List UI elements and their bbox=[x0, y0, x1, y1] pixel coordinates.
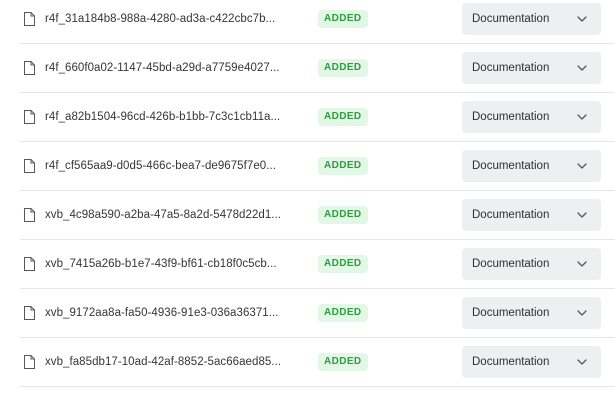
status-badge: ADDED bbox=[318, 353, 368, 371]
type-select[interactable]: Documentation bbox=[462, 346, 601, 378]
chevron-down-icon bbox=[577, 114, 587, 120]
file-name: r4f_cf565aa9-d0d5-466c-bea7-de9675f7e0..… bbox=[45, 160, 276, 172]
type-select-value: Documentation bbox=[472, 356, 550, 368]
type-select[interactable]: Documentation bbox=[462, 199, 601, 231]
chevron-down-icon bbox=[577, 65, 587, 71]
file-name: r4f_a82b1504-96cd-426b-b1bb-7c3c1cb11a..… bbox=[45, 111, 281, 123]
file-row: xvb_fa85db17-10ad-42af-8852-5ac66aed85..… bbox=[20, 338, 615, 387]
file-row: r4f_a82b1504-96cd-426b-b1bb-7c3c1cb11a..… bbox=[20, 93, 615, 142]
file-icon bbox=[24, 159, 35, 173]
type-select[interactable]: Documentation bbox=[462, 248, 601, 280]
file-row: r4f_31a184b8-988a-4280-ad3a-c422cbc7b...… bbox=[20, 0, 615, 44]
status-badge: ADDED bbox=[318, 206, 368, 224]
file-icon bbox=[24, 110, 35, 124]
file-row: xvb_4c98a590-a2ba-47a5-8a2d-5478d22d1...… bbox=[20, 191, 615, 240]
file-icon bbox=[24, 208, 35, 222]
file-row: r4f_660f0a02-1147-45bd-a29d-a7759e4027..… bbox=[20, 44, 615, 93]
file-row: xvb_7415a26b-b1e7-43f9-bf61-cb18f0c5cb..… bbox=[20, 240, 615, 289]
status-badge: ADDED bbox=[318, 157, 368, 175]
status-badge: ADDED bbox=[318, 255, 368, 273]
chevron-down-icon bbox=[577, 310, 587, 316]
chevron-down-icon bbox=[577, 16, 587, 22]
status-badge: ADDED bbox=[318, 10, 368, 28]
status-badge: ADDED bbox=[318, 304, 368, 322]
type-select[interactable]: Documentation bbox=[462, 101, 601, 133]
type-select-value: Documentation bbox=[472, 307, 550, 319]
file-name: r4f_660f0a02-1147-45bd-a29d-a7759e4027..… bbox=[45, 62, 280, 74]
type-select-value: Documentation bbox=[472, 209, 550, 221]
file-row: r4f_cf565aa9-d0d5-466c-bea7-de9675f7e0..… bbox=[20, 142, 615, 191]
chevron-down-icon bbox=[577, 359, 587, 365]
file-icon bbox=[24, 257, 35, 271]
type-select[interactable]: Documentation bbox=[462, 52, 601, 84]
type-select-value: Documentation bbox=[472, 258, 550, 270]
status-badge: ADDED bbox=[318, 108, 368, 126]
file-icon bbox=[24, 12, 35, 26]
file-icon bbox=[24, 306, 35, 320]
chevron-down-icon bbox=[577, 212, 587, 218]
file-name: r4f_31a184b8-988a-4280-ad3a-c422cbc7b... bbox=[45, 13, 276, 25]
type-select[interactable]: Documentation bbox=[462, 297, 601, 329]
type-select[interactable]: Documentation bbox=[462, 150, 601, 182]
chevron-down-icon bbox=[577, 163, 587, 169]
file-row: xvb_9172aa8a-fa50-4936-91e3-036a36371...… bbox=[20, 289, 615, 338]
file-list: r4f_31a184b8-988a-4280-ad3a-c422cbc7b...… bbox=[20, 0, 615, 387]
type-select-value: Documentation bbox=[472, 62, 550, 74]
chevron-down-icon bbox=[577, 261, 587, 267]
type-select-value: Documentation bbox=[472, 13, 550, 25]
file-name: xvb_9172aa8a-fa50-4936-91e3-036a36371... bbox=[45, 307, 279, 319]
file-name: xvb_7415a26b-b1e7-43f9-bf61-cb18f0c5cb..… bbox=[45, 258, 277, 270]
file-name: xvb_4c98a590-a2ba-47a5-8a2d-5478d22d1... bbox=[45, 209, 282, 221]
status-badge: ADDED bbox=[318, 59, 368, 77]
type-select-value: Documentation bbox=[472, 160, 550, 172]
type-select[interactable]: Documentation bbox=[462, 3, 601, 35]
type-select-value: Documentation bbox=[472, 111, 550, 123]
file-icon bbox=[24, 355, 35, 369]
file-icon bbox=[24, 61, 35, 75]
file-name: xvb_fa85db17-10ad-42af-8852-5ac66aed85..… bbox=[45, 356, 282, 368]
